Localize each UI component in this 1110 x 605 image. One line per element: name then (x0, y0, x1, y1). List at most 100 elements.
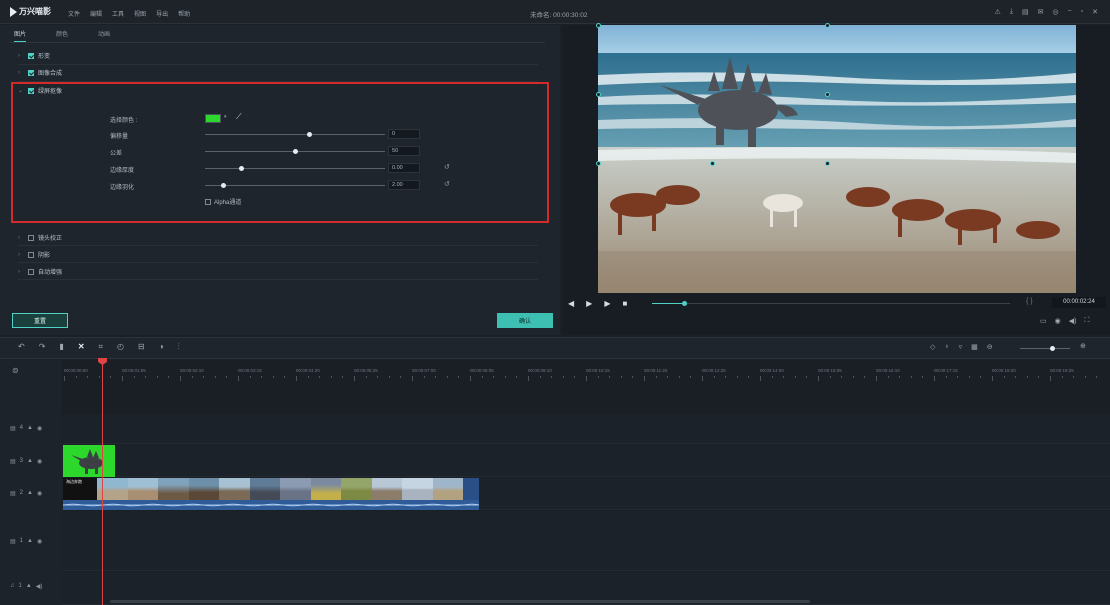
edge-thickness-slider[interactable] (205, 168, 385, 169)
tab-color[interactable]: 颜色 (56, 29, 68, 42)
menu-export[interactable]: 导出 (156, 9, 168, 18)
ok-button[interactable]: 确认 (497, 313, 553, 328)
color-icon[interactable]: ◑ (159, 342, 164, 352)
menu-tools[interactable]: 工具 (112, 9, 124, 18)
reset-button[interactable]: 重置 (12, 313, 68, 328)
redo-icon[interactable]: ↷ (39, 342, 46, 352)
maximize-icon[interactable]: ▫ (1081, 8, 1083, 16)
selection-handle[interactable] (825, 92, 830, 97)
preview-scrubber[interactable] (652, 303, 1010, 304)
download-icon[interactable]: ⤓ (1010, 8, 1013, 16)
shield-icon[interactable]: ◇ (930, 343, 935, 351)
selection-handle[interactable] (825, 161, 830, 166)
edge-feather-value[interactable]: 2.00 (388, 180, 420, 190)
crop-icon[interactable]: ⌗ (99, 342, 104, 352)
account-icon[interactable]: ⚠ (995, 8, 1001, 16)
audio-icon[interactable]: ⫶ (178, 342, 180, 352)
offset-slider-knob[interactable] (306, 132, 312, 137)
selection-handle[interactable] (596, 92, 601, 97)
bulb-icon[interactable]: ◎ (1052, 8, 1058, 16)
mark-in-out-icon[interactable]: { } (1026, 298, 1033, 305)
selection-handle[interactable] (825, 23, 830, 28)
auto-enhance-checkbox[interactable] (28, 268, 34, 275)
menu-edit[interactable]: 编辑 (90, 9, 102, 18)
selection-handle[interactable] (596, 161, 601, 166)
option-lens-correction[interactable]: › 镜头校正 (18, 233, 62, 242)
lens-correction-checkbox[interactable] (28, 234, 34, 241)
tab-animation[interactable]: 动画 (98, 29, 110, 42)
menu-help[interactable]: 帮助 (178, 9, 190, 18)
menu-file[interactable]: 文件 (68, 9, 80, 18)
play-icon[interactable]: ▶ (586, 299, 592, 308)
volume-icon[interactable]: ◀) (1069, 317, 1077, 325)
zoom-out-icon[interactable]: ⊖ (987, 343, 993, 351)
preview-timecode: 00:00:02:24 (1052, 297, 1106, 308)
preview-scrubber-knob[interactable] (681, 301, 687, 306)
lock-icon[interactable]: ▲ (27, 458, 33, 465)
transform-checkbox[interactable] (28, 52, 34, 59)
horses-clip[interactable]: 海边奔跑 (63, 478, 479, 510)
cut-icon[interactable]: ✕ (78, 342, 85, 352)
minimize-icon[interactable]: − (1068, 8, 1072, 16)
key-color-swatch[interactable] (205, 114, 221, 123)
tolerance-slider-knob[interactable] (292, 149, 298, 154)
microphone-icon[interactable]: ♁ (944, 343, 949, 351)
compositing-checkbox[interactable] (28, 69, 34, 76)
speed-icon[interactable]: ◴ (117, 342, 124, 352)
alpha-channel-option[interactable]: Alpha通道 (205, 197, 241, 206)
fullscreen-icon[interactable]: ⛶ (1084, 317, 1089, 325)
alpha-channel-checkbox[interactable] (205, 198, 211, 205)
timeline-zoom-knob[interactable] (1050, 346, 1055, 351)
close-icon[interactable]: ✕ (1092, 8, 1098, 16)
marker-icon[interactable]: ▿ (959, 343, 963, 351)
eye-icon[interactable]: ◉ (37, 425, 42, 432)
timeline-zoom-slider[interactable] (1020, 348, 1070, 349)
grid-icon[interactable]: ▦ (971, 343, 978, 351)
tolerance-value[interactable]: 50 (388, 146, 420, 156)
reset-icon[interactable]: ↺ (444, 180, 450, 188)
split-icon[interactable]: ⊟ (138, 342, 145, 352)
link-icon[interactable]: ⊚ (12, 366, 19, 375)
timeline-scrollbar[interactable] (110, 600, 810, 603)
offset-value[interactable]: 0 (388, 129, 420, 139)
undo-icon[interactable]: ↶ (18, 342, 25, 352)
eye-icon[interactable]: ◉ (37, 538, 42, 545)
edge-feather-slider[interactable] (205, 185, 385, 186)
edge-feather-slider-knob[interactable] (220, 183, 226, 188)
camera-icon[interactable]: ◉ (1055, 317, 1061, 325)
lock-icon[interactable]: ▲ (27, 538, 33, 545)
stop-icon[interactable]: ■ (622, 299, 627, 308)
lock-icon[interactable]: ▲ (27, 425, 33, 432)
eyedropper-icon[interactable]: ⟋ (236, 112, 242, 122)
eye-icon[interactable]: ◉ (37, 490, 42, 497)
display-icon[interactable]: ▭ (1040, 317, 1047, 325)
lock-icon[interactable]: ▲ (27, 490, 33, 497)
edge-thickness-value[interactable]: 0.00 (388, 163, 420, 173)
tab-image[interactable]: 图片 (14, 29, 27, 42)
selection-handle[interactable] (710, 161, 715, 166)
previous-frame-icon[interactable]: ◀ (568, 299, 574, 308)
delete-icon[interactable]: ▮ (59, 342, 63, 352)
reset-icon[interactable]: ↺ (444, 163, 450, 171)
next-frame-icon[interactable]: ▶ (604, 299, 610, 308)
zoom-in-icon[interactable]: ⊕ (1080, 342, 1086, 350)
volume-icon[interactable]: ◀) (36, 583, 43, 590)
eye-icon[interactable]: ◉ (37, 458, 42, 465)
option-auto-enhance[interactable]: › 自动增强 (18, 267, 62, 276)
dinosaur-clip[interactable] (63, 445, 115, 477)
shadow-checkbox[interactable] (28, 251, 34, 258)
selection-handle[interactable] (596, 23, 601, 28)
edge-thickness-slider-knob[interactable] (238, 166, 244, 171)
option-transform[interactable]: › 形变 (18, 51, 50, 60)
lock-icon[interactable]: ▲ (26, 583, 32, 590)
option-shadow[interactable]: › 阴影 (18, 250, 50, 259)
save-icon[interactable]: ▤ (1022, 8, 1029, 16)
edit-tools: ↶ ↷ ▮ ✕ ⌗ ◴ ⊟ ◑ ⫶ (18, 342, 180, 352)
preview-video[interactable] (598, 25, 1076, 293)
track-lane (62, 414, 1110, 444)
option-compositing[interactable]: › 图像合成 (18, 68, 62, 77)
mail-icon[interactable]: ✉ (1038, 8, 1044, 16)
offset-slider[interactable] (205, 134, 385, 135)
menu-view[interactable]: 视图 (134, 9, 146, 18)
chevron-down-icon[interactable]: ▾ (224, 114, 227, 120)
